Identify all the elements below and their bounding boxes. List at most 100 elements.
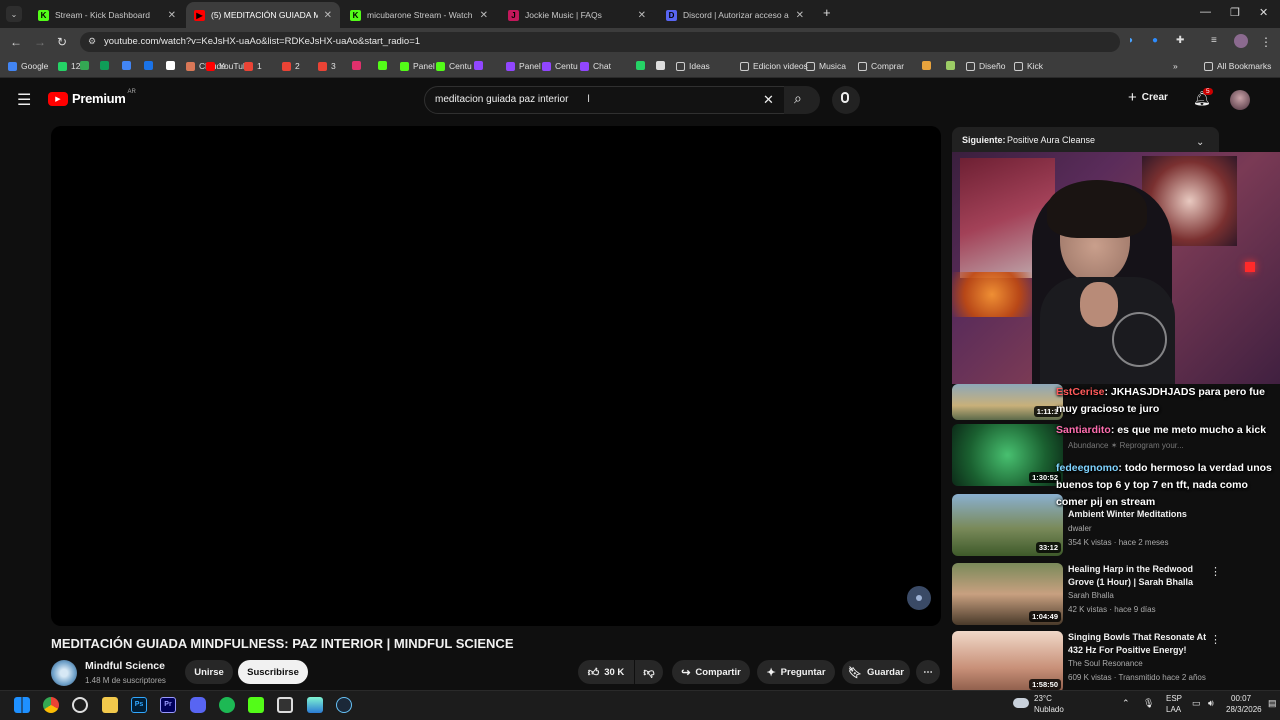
extensions-puzzle-icon[interactable]: ✚ <box>1176 35 1184 46</box>
mic-tray-icon[interactable]: 🎙︎ <box>1143 698 1154 709</box>
more-actions-button[interactable]: ⋯ <box>916 660 940 684</box>
like-button[interactable]: 👍︎ 30 K <box>578 660 634 684</box>
browser-menu-icon[interactable]: ⋮ <box>1260 35 1272 49</box>
language-top[interactable]: ESP <box>1166 694 1182 703</box>
photoshop-icon[interactable]: Ps <box>131 697 147 713</box>
chevron-down-icon[interactable]: ⌄ <box>1196 137 1204 148</box>
bookmark-item[interactable]: 12 <box>58 61 80 71</box>
bookmark-item[interactable] <box>656 61 669 70</box>
notifications-button[interactable]: 🔔︎ 5 <box>1193 88 1213 108</box>
bookmark-item[interactable] <box>636 61 649 70</box>
bookmark-folder[interactable]: Diseño <box>966 61 1005 71</box>
subscribe-button[interactable]: Suscribirse <box>238 660 308 684</box>
hamburger-menu-icon[interactable]: ☰ <box>17 90 31 110</box>
media-icon[interactable]: ≡ <box>1211 35 1217 46</box>
bookmark-item[interactable] <box>474 61 487 70</box>
minimize-icon[interactable]: — <box>1200 6 1211 18</box>
recommendation-channel[interactable]: The Soul Resonance <box>1068 659 1143 668</box>
close-tab-icon[interactable]: ✕ <box>324 10 332 21</box>
bookmark-item[interactable] <box>946 61 959 70</box>
bookmark-item[interactable] <box>122 61 135 70</box>
weather-cloud-icon[interactable] <box>1013 698 1029 708</box>
speaker-icon[interactable]: 🔊︎ <box>1208 698 1214 709</box>
spotify-icon[interactable] <box>219 697 235 713</box>
bookmark-item[interactable] <box>378 61 391 70</box>
share-button[interactable]: ↪ Compartir <box>672 660 750 684</box>
channel-avatar[interactable] <box>51 660 77 686</box>
browser-tab[interactable]: K Stream - Kick Dashboard ✕ <box>30 2 184 28</box>
language-bottom[interactable]: LAA <box>1166 705 1181 714</box>
browser-tab[interactable]: D Discord | Autorizar acceso a tu ✕ <box>658 2 812 28</box>
steam-icon[interactable] <box>336 697 352 713</box>
premiere-icon[interactable]: Pr <box>160 697 176 713</box>
clock-time[interactable]: 00:07 <box>1231 694 1251 703</box>
player-settings-icon[interactable] <box>907 586 931 610</box>
tab-search-button[interactable]: ⌄ <box>6 6 22 22</box>
bookmark-item[interactable]: Centu <box>436 61 472 71</box>
ask-button[interactable]: ✦ Preguntar <box>757 660 835 684</box>
all-bookmarks-button[interactable]: All Bookmarks <box>1204 61 1271 71</box>
extension-icon[interactable]: ◗ <box>1128 35 1134 46</box>
youtube-logo[interactable]: ▶ Premium AR <box>48 89 136 106</box>
join-button[interactable]: Unirse <box>185 660 233 684</box>
discord-icon[interactable] <box>190 697 206 713</box>
browser-tab[interactable]: ▶ (5) MEDITACIÓN GUIADA MINE ✕ <box>186 2 340 28</box>
bookmark-item[interactable]: Google <box>8 61 48 71</box>
recommendation-title[interactable]: Singing Bowls That Resonate At 432 Hz Fo… <box>1068 631 1208 657</box>
search-input[interactable]: meditacion guiada paz interior <box>435 94 568 105</box>
chrome-icon[interactable] <box>43 697 59 713</box>
notification-center-icon[interactable]: ▤ <box>1268 698 1277 709</box>
file-explorer-icon[interactable] <box>102 697 118 713</box>
voice-search-button[interactable] <box>832 86 860 114</box>
site-info-icon[interactable]: ⚙ <box>88 36 96 47</box>
close-window-icon[interactable]: ✕ <box>1259 6 1268 19</box>
weather-desc[interactable]: Nublado <box>1034 705 1064 714</box>
bookmark-item[interactable] <box>166 61 179 70</box>
restore-icon[interactable]: ❐ <box>1230 6 1240 19</box>
url-text[interactable]: youtube.com/watch?v=KeJsHX-uaAo&list=RDK… <box>104 36 420 47</box>
extension-icon-2[interactable]: ● <box>1152 35 1158 46</box>
video-thumbnail[interactable]: 1:58:50 <box>952 631 1063 693</box>
video-thumbnail[interactable]: 33:12 <box>952 494 1063 556</box>
clear-search-icon[interactable]: ✕ <box>763 92 774 108</box>
recommendation-channel[interactable]: Abundance ✶ Reprogram your... <box>1068 441 1184 450</box>
bookmarks-overflow-icon[interactable]: » <box>1173 61 1178 71</box>
bookmark-item[interactable] <box>922 61 935 70</box>
recommendation-title[interactable]: Healing Harp in the Redwood Grove (1 Hou… <box>1068 563 1208 589</box>
browser-tab[interactable]: J Jockie Music | FAQs ✕ <box>500 2 654 28</box>
bookmark-folder[interactable]: Kick <box>1014 61 1043 71</box>
close-tab-icon[interactable]: ✕ <box>638 10 646 21</box>
close-tab-icon[interactable]: ✕ <box>168 10 176 21</box>
video-thumbnail[interactable]: 1:04:49 <box>952 563 1063 625</box>
forward-icon[interactable]: → <box>34 35 46 49</box>
playlist-next-bar[interactable]: Siguiente: Positive Aura Cleanse ⌄ <box>952 127 1219 155</box>
bookmark-item[interactable] <box>100 61 113 70</box>
bookmark-item[interactable] <box>80 61 93 70</box>
bookmark-item[interactable]: Centu <box>542 61 578 71</box>
recommendation-item[interactable]: 1:58:50 Singing Bowls That Resonate At 43… <box>952 631 1272 693</box>
account-avatar[interactable] <box>1230 90 1250 110</box>
reload-icon[interactable]: ↻ <box>57 35 67 49</box>
tray-chevron-icon[interactable]: ⌃ <box>1122 698 1130 709</box>
browser-tab[interactable]: Kmicubarone Stream - Watch Li ✕ <box>342 2 496 28</box>
close-tab-icon[interactable]: ✕ <box>480 10 488 21</box>
new-tab-button[interactable]: + <box>823 5 831 20</box>
bookmark-item[interactable] <box>144 61 157 70</box>
dislike-button[interactable]: 👎︎ <box>635 660 663 684</box>
app-icon[interactable] <box>277 697 293 713</box>
recommendation-channel[interactable]: Sarah Bhalla <box>1068 591 1114 600</box>
back-icon[interactable]: ← <box>10 35 22 49</box>
weather-temp[interactable]: 23°C <box>1034 694 1052 703</box>
bookmark-item[interactable] <box>352 61 365 70</box>
streamlabs-icon[interactable] <box>307 697 323 713</box>
profile-avatar-icon[interactable] <box>1234 34 1248 48</box>
bookmark-folder[interactable]: Comprar <box>858 61 904 71</box>
create-button[interactable]: + Crear <box>1128 89 1168 106</box>
bookmark-item[interactable]: 1 <box>244 61 262 71</box>
recommendation-channel[interactable]: dwaler <box>1068 524 1092 533</box>
windows-start-icon[interactable] <box>14 697 30 713</box>
display-icon[interactable]: ▭ <box>1192 698 1201 709</box>
recommendation-item[interactable]: 1:04:49 Healing Harp in the Redwood Grove… <box>952 563 1272 625</box>
more-options-icon[interactable]: ⋮ <box>1210 565 1221 578</box>
omnibox[interactable]: ⚙ youtube.com/watch?v=KeJsHX-uaAo&list=R… <box>80 32 1120 52</box>
